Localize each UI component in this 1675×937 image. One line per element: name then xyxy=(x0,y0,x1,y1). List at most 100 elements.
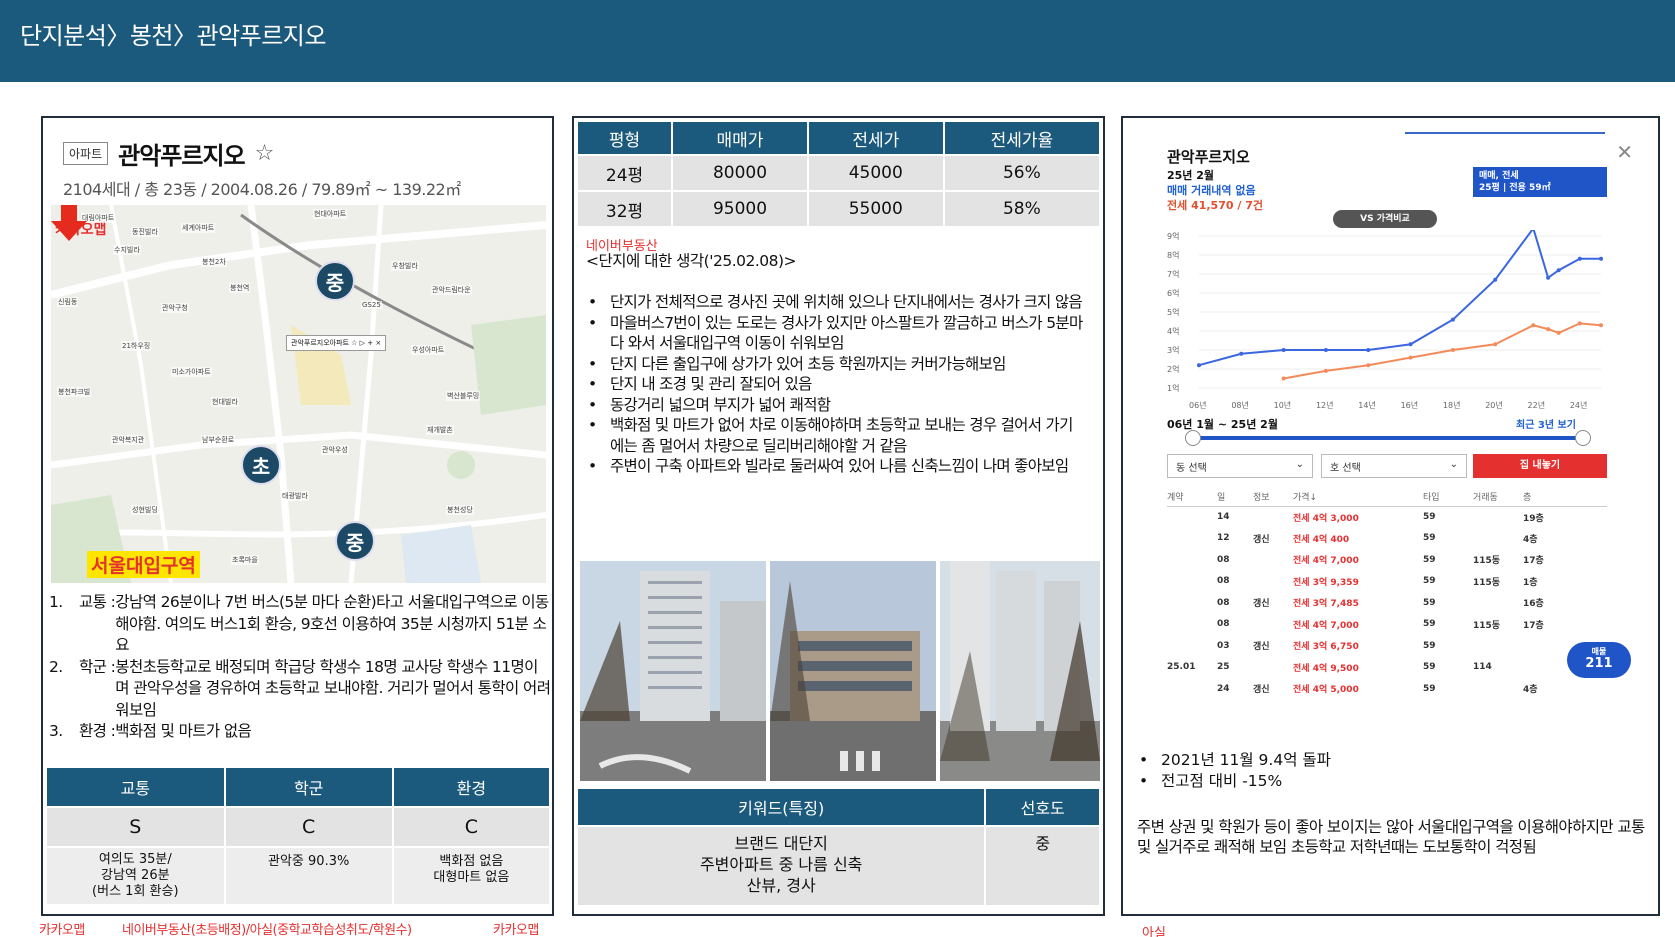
note-number: 2. xyxy=(49,657,63,676)
series-line-0 xyxy=(1198,230,1601,367)
table-row[interactable]: 25.01 25 전세 4억 9,500 59 114 xyxy=(1167,657,1607,679)
deal-header: 일 xyxy=(1217,488,1253,507)
y-tick-label: 5억 xyxy=(1167,307,1179,317)
deal-cell: 08 xyxy=(1217,597,1230,608)
detail-line: 대형마트 없음 xyxy=(433,870,510,885)
data-point xyxy=(1197,363,1201,368)
deal-cell: 59 xyxy=(1423,640,1436,651)
table-row[interactable]: 14 전세 4억 3,000 59 19층 xyxy=(1167,506,1607,528)
deal-cell: 24 xyxy=(1217,683,1230,694)
map-label: 재개발촌 xyxy=(426,425,454,435)
table-row[interactable]: 12 갱신 전세 4억 400 59 4층 xyxy=(1167,528,1607,550)
detail-line: 강남역 26분 xyxy=(101,868,170,883)
chevron-down-icon: ⌄ xyxy=(1449,459,1458,470)
deal-cell: 59 xyxy=(1423,512,1436,522)
slider-end-handle[interactable] xyxy=(1575,430,1591,446)
detail-line: (버스 1회 환승) xyxy=(92,884,179,899)
deal-cell: 14 xyxy=(1217,512,1230,522)
x-tick-label: 08년 xyxy=(1231,400,1249,410)
list-item: 동강거리 넓으며 부지가 넓어 쾌적함 xyxy=(586,395,1086,416)
thoughts-title: <단지에 대한 생각('25.02.08)> xyxy=(586,252,797,270)
price-row: 24평 80000 45000 56% xyxy=(575,154,1102,192)
data-point xyxy=(1239,351,1244,356)
list-item: 마을버스7번이 있는 도로는 경사가 있지만 아스팔트가 깔금하고 버스가 5분… xyxy=(586,313,1086,354)
map-label: 관악구청 xyxy=(161,303,189,313)
close-icon[interactable]: ✕ xyxy=(1616,140,1633,164)
school-marker-middle[interactable]: 중 xyxy=(315,261,355,301)
map-label: 관악복지관 xyxy=(111,435,146,445)
list-item: 주변이 구축 아파트와 빌라로 둘러싸여 있어 나름 신축느낌이 나며 좋아보임 xyxy=(586,456,1086,477)
map-label: GS25 xyxy=(361,301,382,309)
deal-cell: 59 xyxy=(1423,533,1436,544)
map-label: 관악우성 xyxy=(321,445,349,455)
price-header: 매매가 xyxy=(671,120,809,156)
tab-indicator xyxy=(1405,132,1605,134)
keyword-line: 산뷰, 경사 xyxy=(746,876,816,895)
map-label: 관악드림타운 xyxy=(431,285,472,295)
deal-cell: 115동 xyxy=(1473,620,1501,631)
apartment-heading: 아파트 관악푸르지오 ☆ xyxy=(63,136,274,171)
dong-select-label: 동 선택 xyxy=(1176,463,1207,474)
deal-cell xyxy=(1473,635,1523,657)
recent-3y-link[interactable]: 최근 3년 보기 xyxy=(1516,416,1576,431)
dong-select[interactable]: 동 선택 ⌄ xyxy=(1167,454,1313,478)
school-marker-elementary[interactable]: 초 xyxy=(241,445,281,485)
deal-cell: 25.01 xyxy=(1167,662,1196,673)
y-tick-label: 3억 xyxy=(1167,345,1179,355)
deal-cell: 59 xyxy=(1423,597,1436,608)
app-no-sale: 매매 거래내역 없음 xyxy=(1167,184,1256,197)
price-chart[interactable]: 9억 8억 7억 6억 5억 4억 3억 2억 1억 06년 08년 10년 12년 14년 16년 18년 2… xyxy=(1161,230,1611,412)
deal-cell xyxy=(1167,506,1217,528)
list-home-button[interactable]: 집 내놓기 xyxy=(1473,454,1607,478)
vs-compare-button[interactable]: VS 가격비교 xyxy=(1333,210,1437,228)
list-item: 2021년 11월 9.4억 돌파 xyxy=(1137,750,1331,771)
deal-cell xyxy=(1253,571,1293,593)
deal-cell: 전세 3억 7,485 xyxy=(1293,599,1359,610)
apartment-meta: 2104세대 / 총 23동 / 2004.08.26 / 79.89㎡ ~ 1… xyxy=(63,180,461,199)
slider-start-handle[interactable] xyxy=(1185,430,1201,446)
listings-badge-count: 211 xyxy=(1585,656,1613,671)
deal-cell: 59 xyxy=(1423,619,1436,630)
apartment-map-popup[interactable]: 관악푸르지오아파트 ☆ ▷ + × xyxy=(286,335,387,351)
source-kakao-2: 카카오맵 xyxy=(493,923,539,937)
data-point xyxy=(1450,317,1455,322)
deal-cell: 갱신 xyxy=(1253,534,1270,545)
table-row[interactable]: 24 갱신 전세 4억 5,000 59 4층 xyxy=(1167,678,1607,700)
data-point xyxy=(1450,348,1455,352)
listings-badge[interactable]: 매물 211 xyxy=(1567,642,1631,678)
table-row[interactable]: 08 전세 3억 9,359 59 115동 1층 xyxy=(1167,571,1607,593)
table-row[interactable]: 08 갱신 전세 3억 7,485 59 16층 xyxy=(1167,592,1607,614)
map-label: 태광빌라 xyxy=(281,491,309,501)
map-label: 봉천성당 xyxy=(446,505,474,515)
location-map[interactable]: 카카오맵 대림아파트 동진빌라 세계아파트 현대아파트 수지빌라 봉천2차 우창… xyxy=(51,205,546,583)
data-point xyxy=(1599,323,1603,328)
grade-header: 교통 xyxy=(45,766,226,808)
ho-select[interactable]: 호 선택 ⌄ xyxy=(1321,454,1467,478)
app-jeonse-summary: 전세 41,570 / 7건 xyxy=(1167,199,1263,212)
deal-cell: 19층 xyxy=(1523,513,1544,524)
note-item: 3. 환경 : 백화점 및 마트가 없음 xyxy=(49,721,551,743)
deal-cell xyxy=(1167,614,1217,636)
data-point xyxy=(1493,277,1498,282)
table-row[interactable]: 03 갱신 전세 3억 6,750 59 xyxy=(1167,635,1607,657)
x-tick-label: 12년 xyxy=(1316,400,1334,410)
data-point xyxy=(1531,323,1536,328)
range-slider[interactable] xyxy=(1185,430,1591,446)
star-icon[interactable]: ☆ xyxy=(255,141,275,166)
map-label: 초록마을 xyxy=(231,555,259,565)
x-tick-label: 24년 xyxy=(1570,400,1588,410)
x-tick-label: 16년 xyxy=(1401,400,1419,410)
deal-cell: 갱신 xyxy=(1253,599,1270,610)
data-point xyxy=(1546,275,1551,280)
x-tick-label: 10년 xyxy=(1274,400,1292,410)
deal-cell xyxy=(1167,549,1217,571)
source-kakao: 카카오맵 xyxy=(39,923,85,937)
deal-cell: 전세 3억 9,359 xyxy=(1293,577,1359,588)
list-item: 단지 다른 출입구에 상가가 있어 초등 학원까지는 커버가능해보임 xyxy=(586,354,1086,375)
table-row[interactable]: 08 전세 4억 7,000 59 115동 17층 xyxy=(1167,549,1607,571)
table-row[interactable]: 08 전세 4억 7,000 59 115동 17층 xyxy=(1167,614,1607,636)
type-selector[interactable]: 매매, 전세 25평 | 전용 59㎡ xyxy=(1473,167,1607,197)
school-marker-middle[interactable]: 중 xyxy=(335,521,375,561)
note-number: 1. xyxy=(49,593,63,611)
deal-cell: 59 xyxy=(1423,683,1436,694)
